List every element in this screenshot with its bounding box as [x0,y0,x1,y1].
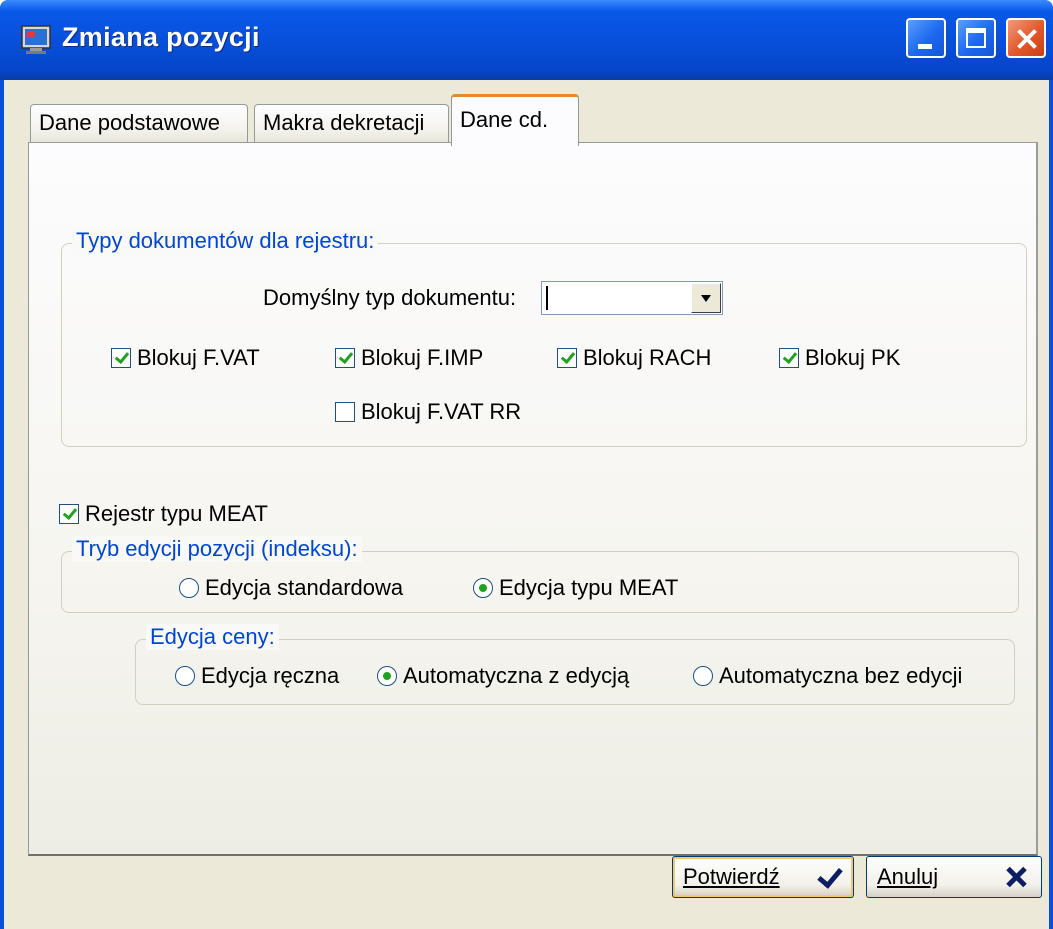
window-title: Zmiana pozycji [62,22,260,52]
checkbox-blokuj-rach[interactable]: Blokuj RACH [557,345,711,371]
document-types-group-title: Typy dokumentów dla rejestru: [72,228,379,254]
checkbox-checked-icon[interactable] [335,348,355,368]
x-icon [1001,863,1031,891]
tab-dane-podstawowe[interactable]: Dane podstawowe [30,104,248,144]
close-icon[interactable] [1006,18,1046,58]
checkmark-icon [813,863,843,891]
radio-automatyczna-z-edycja[interactable]: Automatyczna z edycją [377,663,629,689]
text-caret [546,286,548,310]
minimize-icon[interactable] [906,18,946,58]
cancel-button[interactable]: Anuluj [866,856,1042,898]
checkbox-label: Blokuj F.VAT RR [361,399,522,424]
dialog-window: Zmiana pozycji Dane podstawowe Makra dek… [0,0,1053,929]
checkbox-unchecked-icon[interactable] [335,402,355,422]
radio-unselected-icon[interactable] [175,666,195,686]
radio-automatyczna-bez-edycji[interactable]: Automatyczna bez edycji [693,663,962,689]
radio-label: Automatyczna bez edycji [719,663,963,688]
checkbox-blokuj-fvat-rr[interactable]: Blokuj F.VAT RR [335,399,521,425]
default-type-dropdown[interactable] [541,281,723,315]
checkbox-checked-icon[interactable] [59,504,79,524]
checkbox-label: Blokuj F.IMP [361,345,484,370]
tab-panel: Typy dokumentów dla rejestru: Domyślny t… [28,142,1038,856]
radio-selected-icon[interactable] [377,666,397,686]
checkbox-checked-icon[interactable] [557,348,577,368]
radio-edycja-typu-meat[interactable]: Edycja typu MEAT [473,575,678,601]
checkbox-label: Blokuj F.VAT [137,345,260,370]
checkbox-rejestr-meat[interactable]: Rejestr typu MEAT [59,501,268,527]
tab-dane-cd[interactable]: Dane cd. [451,94,579,146]
confirm-button-label: Potwierdź [683,864,780,889]
chevron-down-icon[interactable] [691,283,721,313]
price-edit-group-title: Edycja ceny: [146,624,279,650]
radio-edycja-standardowa[interactable]: Edycja standardowa [179,575,403,601]
radio-label: Automatyczna z edycją [403,663,630,688]
radio-label: Edycja typu MEAT [499,575,679,600]
checkbox-blokuj-fvat[interactable]: Blokuj F.VAT [111,345,260,371]
radio-label: Edycja standardowa [205,575,404,600]
radio-selected-icon[interactable] [473,578,493,598]
confirm-button[interactable]: Potwierdź [672,856,854,898]
checkbox-blokuj-fimp[interactable]: Blokuj F.IMP [335,345,483,371]
checkbox-label: Rejestr typu MEAT [85,501,268,526]
radio-unselected-icon[interactable] [693,666,713,686]
cancel-button-label: Anuluj [877,864,939,889]
title-bar[interactable]: Zmiana pozycji [0,0,1053,80]
radio-edycja-reczna[interactable]: Edycja ręczna [175,663,339,689]
checkbox-label: Blokuj PK [805,345,901,370]
radio-unselected-icon[interactable] [179,578,199,598]
checkbox-checked-icon[interactable] [111,348,131,368]
edit-mode-group-title: Tryb edycji pozycji (indeksu): [72,536,362,562]
checkbox-label: Blokuj RACH [583,345,712,370]
radio-label: Edycja ręczna [201,663,340,688]
computer-icon [21,25,51,54]
dialog-client-area: Dane podstawowe Makra dekretacji Typy do… [4,80,1049,929]
tab-makra-dekretacji[interactable]: Makra dekretacji [254,104,449,144]
default-type-label: Domyślny typ dokumentu: [263,285,517,310]
maximize-icon[interactable] [956,18,996,58]
checkbox-checked-icon[interactable] [779,348,799,368]
checkbox-blokuj-pk[interactable]: Blokuj PK [779,345,900,371]
